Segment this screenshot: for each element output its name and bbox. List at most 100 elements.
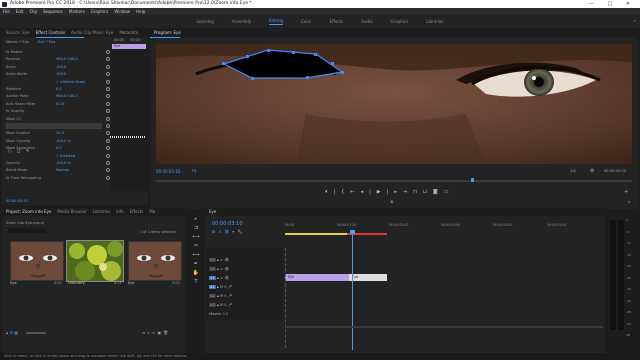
effect-row[interactable]: Anti-flicker Filter 0.00 — [6, 101, 110, 107]
effect-row-value[interactable]: 0.00 — [56, 101, 64, 107]
window-controls[interactable]: — □ ✕ — [589, 0, 636, 8]
stopwatch-icon[interactable] — [106, 79, 110, 84]
effect-row[interactable]: fx Time Remapping — [6, 175, 110, 181]
workspace-audio[interactable]: Audio — [361, 19, 372, 24]
stopwatch-icon[interactable] — [106, 124, 110, 128]
tab-program[interactable]: Program: Eye — [154, 29, 181, 37]
workspace-effects[interactable]: Effects — [330, 19, 344, 24]
timeline-timecode[interactable]: 00:00:03:10 — [212, 221, 243, 227]
type-tool-icon[interactable]: T — [191, 278, 201, 287]
hand-tool-icon[interactable]: ✋ — [191, 269, 201, 278]
settings-wrench-icon[interactable]: ⚙ — [590, 168, 594, 174]
track-a2[interactable]: A2 🔒︎ M S 🎤︎ — [209, 292, 232, 301]
mask-shape-icons[interactable]: ○ □ ✎ — [8, 148, 31, 153]
effect-row-value[interactable]: 960.0 540.0 — [56, 56, 78, 62]
effect-row[interactable]: Opacity 100.0 % — [6, 160, 110, 166]
effect-row[interactable]: Anchor Point 960.0 540.0 — [6, 93, 110, 99]
menu-edit[interactable]: Edit — [16, 8, 24, 15]
effect-row-value[interactable]: 100.0 — [56, 64, 66, 70]
track-a1[interactable]: A1 🔒︎ M S 🎤︎ — [209, 283, 232, 292]
go-to-in-icon[interactable]: ⇤ — [350, 189, 360, 195]
effect-row-value[interactable]: 960.0 540.0 — [56, 93, 78, 99]
play-icon[interactable]: ▶ — [377, 189, 387, 195]
icon-view-icon[interactable]: ▦ — [14, 330, 18, 335]
workspaces-overflow-icon[interactable]: » — [634, 18, 636, 23]
workspace-graphics[interactable]: Graphics — [391, 19, 409, 24]
zoom-slider[interactable] — [26, 332, 46, 334]
stopwatch-icon[interactable] — [106, 153, 110, 158]
workspace-editing[interactable]: Editing — [269, 18, 284, 25]
effect-row[interactable]: fx Motion — [6, 49, 110, 55]
add-button-icon[interactable]: + — [624, 189, 628, 195]
effect-row-value[interactable]: 0.0 — [56, 145, 62, 151]
effect-row-value[interactable]: Normal — [56, 167, 69, 173]
program-fit-dropdown[interactable]: Fit — [192, 169, 196, 173]
tab-info[interactable]: Info — [116, 208, 124, 216]
effect-row-value[interactable]: 100.0 — [56, 71, 66, 77]
stopwatch-icon[interactable] — [106, 161, 110, 165]
menu-file[interactable]: File — [3, 8, 10, 15]
extract-icon[interactable]: ⊔ — [423, 189, 433, 195]
effect-row[interactable]: Mask Feather 10.0 — [6, 130, 110, 136]
maximize-button[interactable]: □ — [607, 1, 618, 7]
timeline-settings-icon[interactable]: 🔧︎ — [237, 229, 245, 234]
track-v1[interactable]: V1 🔒︎ ▭ 👁︎ — [209, 274, 232, 283]
pen-tool-icon[interactable]: ✒ — [191, 260, 201, 269]
program-playhead[interactable] — [471, 178, 474, 182]
slip-tool-icon[interactable]: ⟺ — [191, 251, 201, 260]
list-view-icon[interactable]: ☰ — [9, 330, 13, 335]
effect-row[interactable]: Position 960.0 540.0 — [6, 56, 110, 62]
stopwatch-icon[interactable] — [106, 138, 110, 143]
project-search-input[interactable] — [6, 228, 46, 233]
workspace-assembly[interactable]: Assembly — [232, 19, 251, 24]
menu-sequence[interactable]: Sequence — [43, 8, 63, 15]
track-master[interactable]: Master 0.0 — [209, 310, 232, 319]
playhead-handle[interactable] — [350, 230, 355, 234]
stopwatch-icon[interactable] — [106, 175, 110, 180]
effect-row[interactable]: Mask (1) — [6, 116, 110, 122]
effect-row[interactable]: Mask Opacity 100.0 % — [6, 138, 110, 144]
tab-effect-controls[interactable]: Effect Controls — [36, 29, 65, 37]
tab-libraries[interactable]: Libraries — [93, 208, 110, 216]
stopwatch-icon[interactable] — [106, 116, 110, 121]
effect-row-value[interactable]: ✓ Inverted — [56, 153, 75, 159]
menu-clip[interactable]: Clip — [29, 8, 37, 15]
project-thumb-greenery[interactable] — [66, 240, 124, 282]
step-forward-icon[interactable]: |▸ — [387, 189, 403, 195]
stopwatch-icon[interactable] — [106, 50, 110, 54]
mark-in-icon[interactable]: ▾ — [325, 189, 334, 195]
workspace-color[interactable]: Color — [301, 19, 311, 24]
tab-source[interactable]: Source: Eye — [6, 29, 30, 37]
effect-row[interactable]: fx Opacity — [6, 108, 110, 114]
program-quality-dropdown[interactable]: 1/4 — [570, 169, 576, 173]
menu-markers[interactable]: Markers — [69, 8, 85, 15]
timeline-scrollbar[interactable] — [285, 326, 603, 328]
track-a3[interactable]: A3 🔒︎ M S 🎤︎ — [209, 301, 232, 310]
stopwatch-icon[interactable] — [106, 87, 110, 91]
mask-path-keyframes[interactable] — [110, 136, 146, 138]
go-to-out-icon[interactable]: ⇥ — [403, 189, 413, 195]
timeline-playhead[interactable] — [352, 230, 353, 350]
effect-row-value[interactable]: 100.0 % — [56, 138, 71, 144]
timeline-clip-eye-v2[interactable]: Eye — [349, 274, 387, 281]
workspace-libraries[interactable]: Libraries — [426, 19, 443, 24]
track-v2[interactable]: V2 🔒︎ ▭ 👁︎ — [209, 265, 232, 274]
menu-help[interactable]: Help — [136, 8, 145, 15]
vr-video-icon[interactable]: ⊛ — [390, 199, 393, 204]
project-thumb-eye-sequence[interactable] — [128, 241, 182, 281]
lock-icon[interactable]: 🔒︎ — [6, 330, 8, 335]
master-clip-label[interactable]: Master * Eye Eye * Eye — [6, 39, 55, 45]
effect-row-value[interactable]: 100.0 % — [56, 160, 71, 166]
menu-window[interactable]: Window — [114, 8, 130, 15]
tab-metadata[interactable]: Metadata — [119, 29, 138, 37]
menu-graphics[interactable]: Graphics — [91, 8, 109, 15]
selection-tool-icon[interactable]: ▸ — [191, 215, 201, 224]
tab-media-browser[interactable]: Media Browser — [57, 208, 87, 216]
program-overflow-icon[interactable]: » — [628, 199, 630, 204]
track-v3[interactable]: V3 🔒︎ ▭ 👁︎ — [209, 256, 232, 265]
add-marker-icon[interactable]: { — [341, 189, 350, 195]
comparison-view-icon[interactable]: ▭ — [444, 189, 455, 195]
razor-tool-icon[interactable]: ✂ — [191, 242, 201, 251]
effect-row[interactable]: Rotation 0.0 — [6, 86, 110, 92]
ripple-edit-tool-icon[interactable]: ⟷ — [191, 233, 201, 242]
